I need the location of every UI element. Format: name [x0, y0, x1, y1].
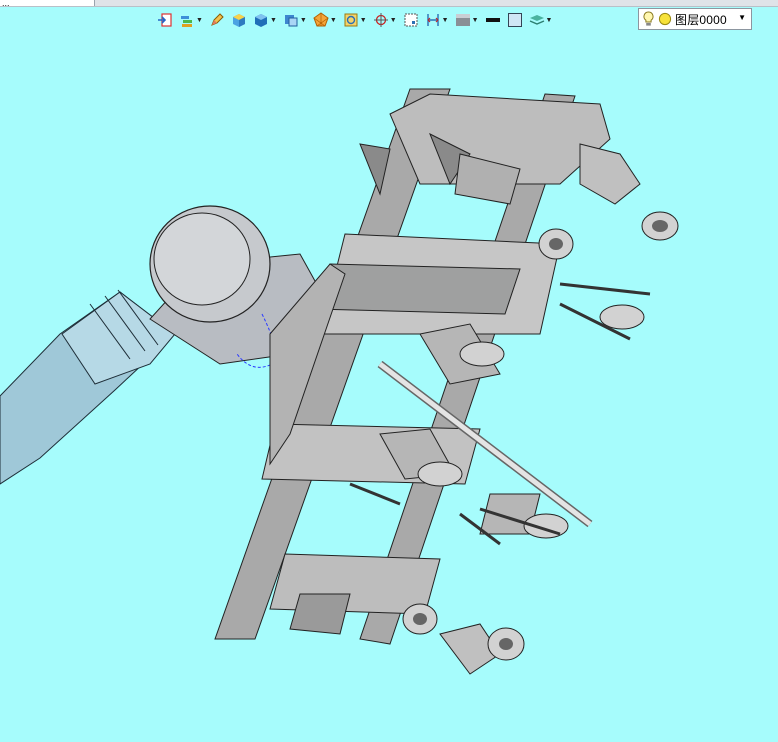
layer-manager-icon — [529, 15, 544, 25]
pencil-icon — [211, 13, 224, 26]
title-strip: ... — [0, 0, 778, 7]
dimension-icon — [426, 14, 439, 26]
chevron-down-icon: ▼ — [196, 16, 203, 24]
layer-select[interactable]: 图层0000 ▼ — [638, 8, 752, 30]
gripper-frame — [214, 88, 611, 645]
polygon-icon — [313, 12, 329, 27]
view-button[interactable]: ▼ — [281, 9, 309, 31]
color-swatch-icon — [507, 13, 522, 27]
chevron-down-icon: ▼ — [471, 16, 479, 24]
layers-stack-button[interactable]: ▼ — [177, 9, 205, 31]
chevron-down-icon: ▼ — [299, 16, 307, 24]
lightbulb-icon[interactable] — [642, 11, 655, 27]
render-cube-icon — [254, 14, 267, 27]
chevron-down-icon: ▼ — [359, 16, 367, 24]
line-weight-icon — [485, 18, 500, 22]
color-swatch-button[interactable] — [505, 9, 525, 31]
chevron-down-icon: ▼ — [329, 16, 337, 24]
frame-button[interactable]: ▼ — [341, 9, 369, 31]
chevron-down-icon: ▼ — [389, 16, 397, 24]
3d-viewport[interactable] — [0, 34, 778, 739]
dimension-button[interactable]: ▼ — [423, 9, 451, 31]
import-button[interactable] — [155, 9, 175, 31]
layer-name: 图层0000 — [675, 12, 727, 27]
solid-button[interactable] — [229, 9, 249, 31]
shade-icon — [455, 14, 470, 26]
import-icon — [158, 13, 172, 27]
frame-icon — [344, 13, 358, 27]
view-cube-icon — [284, 15, 298, 27]
chevron-down-icon: ▼ — [269, 16, 277, 24]
chevron-down-icon: ▼ — [441, 16, 449, 24]
sketch-button[interactable] — [207, 9, 227, 31]
polygon-button[interactable]: ▼ — [311, 9, 339, 31]
snap-button[interactable]: ▼ — [371, 9, 399, 31]
chevron-down-icon: ▼ — [545, 16, 553, 24]
line-weight-button[interactable] — [483, 9, 503, 31]
shade-button[interactable]: ▼ — [453, 9, 481, 31]
layers-stack-icon — [181, 16, 192, 27]
layer-on-icon[interactable] — [658, 12, 672, 26]
model-scene — [0, 88, 679, 675]
rect-select-icon — [404, 13, 418, 27]
cad-toolbar: ▼ ▼ ▼ ▼ ▼ ▼ ▼ ▼ ▼ — [155, 8, 554, 32]
rect-select-button[interactable] — [401, 9, 421, 31]
chevron-down-icon[interactable]: ▼ — [738, 13, 746, 22]
layer-manager-button[interactable]: ▼ — [527, 9, 555, 31]
render-button[interactable]: ▼ — [251, 9, 279, 31]
snap-icon — [373, 13, 388, 27]
document-tab[interactable]: ... — [0, 0, 95, 6]
solid-cube-icon — [232, 14, 245, 27]
